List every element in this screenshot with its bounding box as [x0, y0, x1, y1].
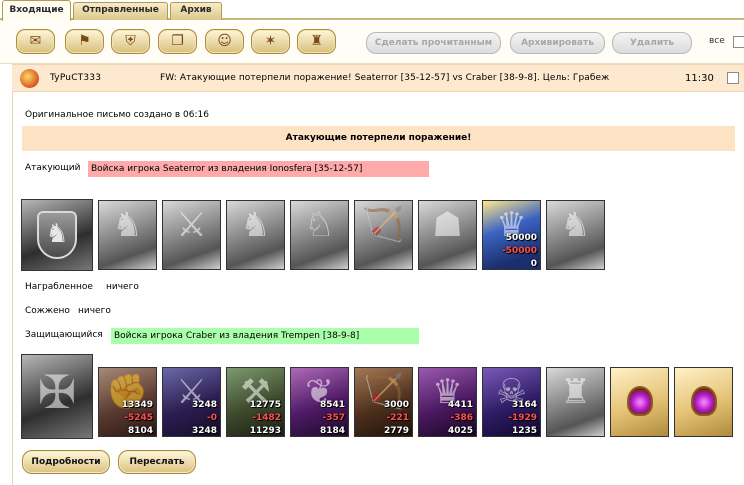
attacker-unit-card: ♞	[226, 200, 285, 270]
details-button[interactable]: Подробности	[22, 450, 110, 474]
scroll-icon[interactable]: ✉	[16, 29, 55, 54]
burned-label: Сожжено	[25, 306, 70, 316]
unit-loss: -221	[386, 413, 409, 423]
attacker-hero-portrait: ♞	[21, 199, 93, 271]
attacker-label: Атакующий	[25, 163, 81, 173]
unit-count: 12775	[249, 400, 281, 410]
archive-button[interactable]: Архивировать	[510, 32, 605, 54]
defender-army: Войска игрока Craber из владения Trempen…	[111, 328, 419, 344]
folder-tabs: Входящие Отправленные Архив	[0, 0, 744, 21]
unit-loss: -0	[207, 413, 217, 423]
unit-count: 50000	[505, 233, 537, 243]
unit-count: 3000	[383, 400, 409, 410]
unit-count: 8541	[319, 400, 345, 410]
battle-report-icon	[20, 69, 39, 88]
unit-left: 4025	[447, 426, 473, 436]
attacker-unit-card: ☗	[418, 200, 477, 270]
unit-loss: -386	[450, 413, 473, 423]
unit-loss: -1929	[508, 413, 537, 423]
message-time: 11:30	[685, 73, 714, 84]
defender-unit-card: ⚒ 12775 -1482 11293	[226, 367, 285, 437]
select-all-label: все	[709, 36, 725, 46]
unit-figure-icon: 🏹	[362, 205, 405, 245]
shield-icon[interactable]: ⛨	[111, 29, 150, 54]
unit-left: 2779	[383, 426, 409, 436]
unit-left: 1235	[511, 426, 537, 436]
lion-shield-icon: ♞	[37, 211, 77, 259]
alliance-icon[interactable]: ☺	[205, 29, 244, 54]
unit-left: 11293	[249, 426, 281, 436]
book-icon[interactable]: ❐	[158, 29, 197, 54]
magic-orb-icon	[627, 386, 653, 416]
attacker-unit-card: ♞	[98, 200, 157, 270]
created-note: Оригинальное письмо создано в 06:16	[25, 110, 209, 120]
defender-hero-portrait: ✠	[21, 354, 93, 439]
attacker-unit-card: ♞	[546, 200, 605, 270]
unit-left: 8104	[127, 426, 153, 436]
unit-count: 13349	[121, 400, 153, 410]
unit-figure-icon: ♜	[560, 372, 591, 412]
unit-left: 0	[530, 259, 537, 269]
defender-unit-card: ⚔ 3248 -0 3248	[162, 367, 221, 437]
content-border	[12, 92, 13, 485]
unit-figure-icon: ☗	[432, 205, 463, 245]
defender-unit-card: ✊ 13349 -5245 8104	[98, 367, 157, 437]
delete-button[interactable]: Удалить	[612, 32, 692, 54]
unit-loss: -1482	[252, 413, 281, 423]
tab-archive[interactable]: Архив	[170, 2, 222, 20]
defender-unit-card: ❦ 8541 -357 8184	[290, 367, 349, 437]
unit-figure-icon: ♞	[240, 205, 271, 245]
unit-count: 3248	[191, 400, 217, 410]
unit-loss: -50000	[501, 246, 537, 256]
unit-loss: -5245	[124, 413, 153, 423]
defender-unit-card: ♜	[546, 367, 605, 437]
star-icon[interactable]: ✶	[251, 29, 290, 54]
attacker-army: Войска игрока Seaterror из владения Iono…	[88, 161, 429, 177]
defender-unit-card: ☠ 3164 -1929 1235	[482, 367, 541, 437]
battle-result: Атакующие потерпели поражение!	[22, 126, 735, 151]
message-sender[interactable]: TyPuCT333	[50, 73, 101, 83]
defender-label: Защищающийся	[25, 330, 103, 340]
unit-left: 8184	[319, 426, 345, 436]
mail-toolbar: ✉ ⚑ ⛨ ❐ ☺ ✶ ♜ Сделать прочитанным Архиви…	[0, 22, 744, 64]
unit-left: 3248	[191, 426, 217, 436]
defender-unit-card: ♛ 4411 -386 4025	[418, 367, 477, 437]
magic-orb-icon	[691, 386, 717, 416]
unit-loss: -357	[322, 413, 345, 423]
message-checkbox[interactable]	[727, 72, 739, 84]
flag-icon[interactable]: ⚑	[65, 29, 104, 54]
attacker-unit-card: ♘	[290, 200, 349, 270]
unit-figure-icon: ♞	[112, 205, 143, 245]
burned-value: ничего	[78, 306, 111, 316]
loot-value: ничего	[106, 282, 139, 292]
defender-unit-card	[610, 367, 669, 437]
unit-count: 3164	[511, 400, 537, 410]
message-subject[interactable]: FW: Атакующие потерпели поражение! Seate…	[160, 73, 609, 83]
castle-icon[interactable]: ♜	[297, 29, 336, 54]
dragon-emblem-icon: ✠	[37, 365, 77, 419]
defender-unit-card	[674, 367, 733, 437]
tab-sent[interactable]: Отправленные	[73, 2, 168, 20]
mark-read-button[interactable]: Сделать прочитанным	[366, 32, 501, 54]
unit-figure-icon: ♞	[560, 205, 591, 245]
attacker-unit-card: ♛ 50000 -50000 0	[482, 200, 541, 270]
attacker-unit-card: ⚔	[162, 200, 221, 270]
unit-figure-icon: ♘	[304, 205, 335, 245]
unit-count: 4411	[447, 400, 473, 410]
select-all-checkbox[interactable]	[733, 36, 744, 48]
message-header[interactable]: TyPuCT333 FW: Атакующие потерпели пораже…	[12, 64, 744, 92]
defender-unit-card: 🏹 3000 -221 2779	[354, 367, 413, 437]
forward-button[interactable]: Переслать	[118, 450, 196, 474]
loot-label: Награбленное	[25, 282, 93, 292]
tab-inbox[interactable]: Входящие	[2, 0, 71, 21]
attacker-unit-card: 🏹	[354, 200, 413, 270]
unit-figure-icon: ⚔	[176, 205, 207, 245]
